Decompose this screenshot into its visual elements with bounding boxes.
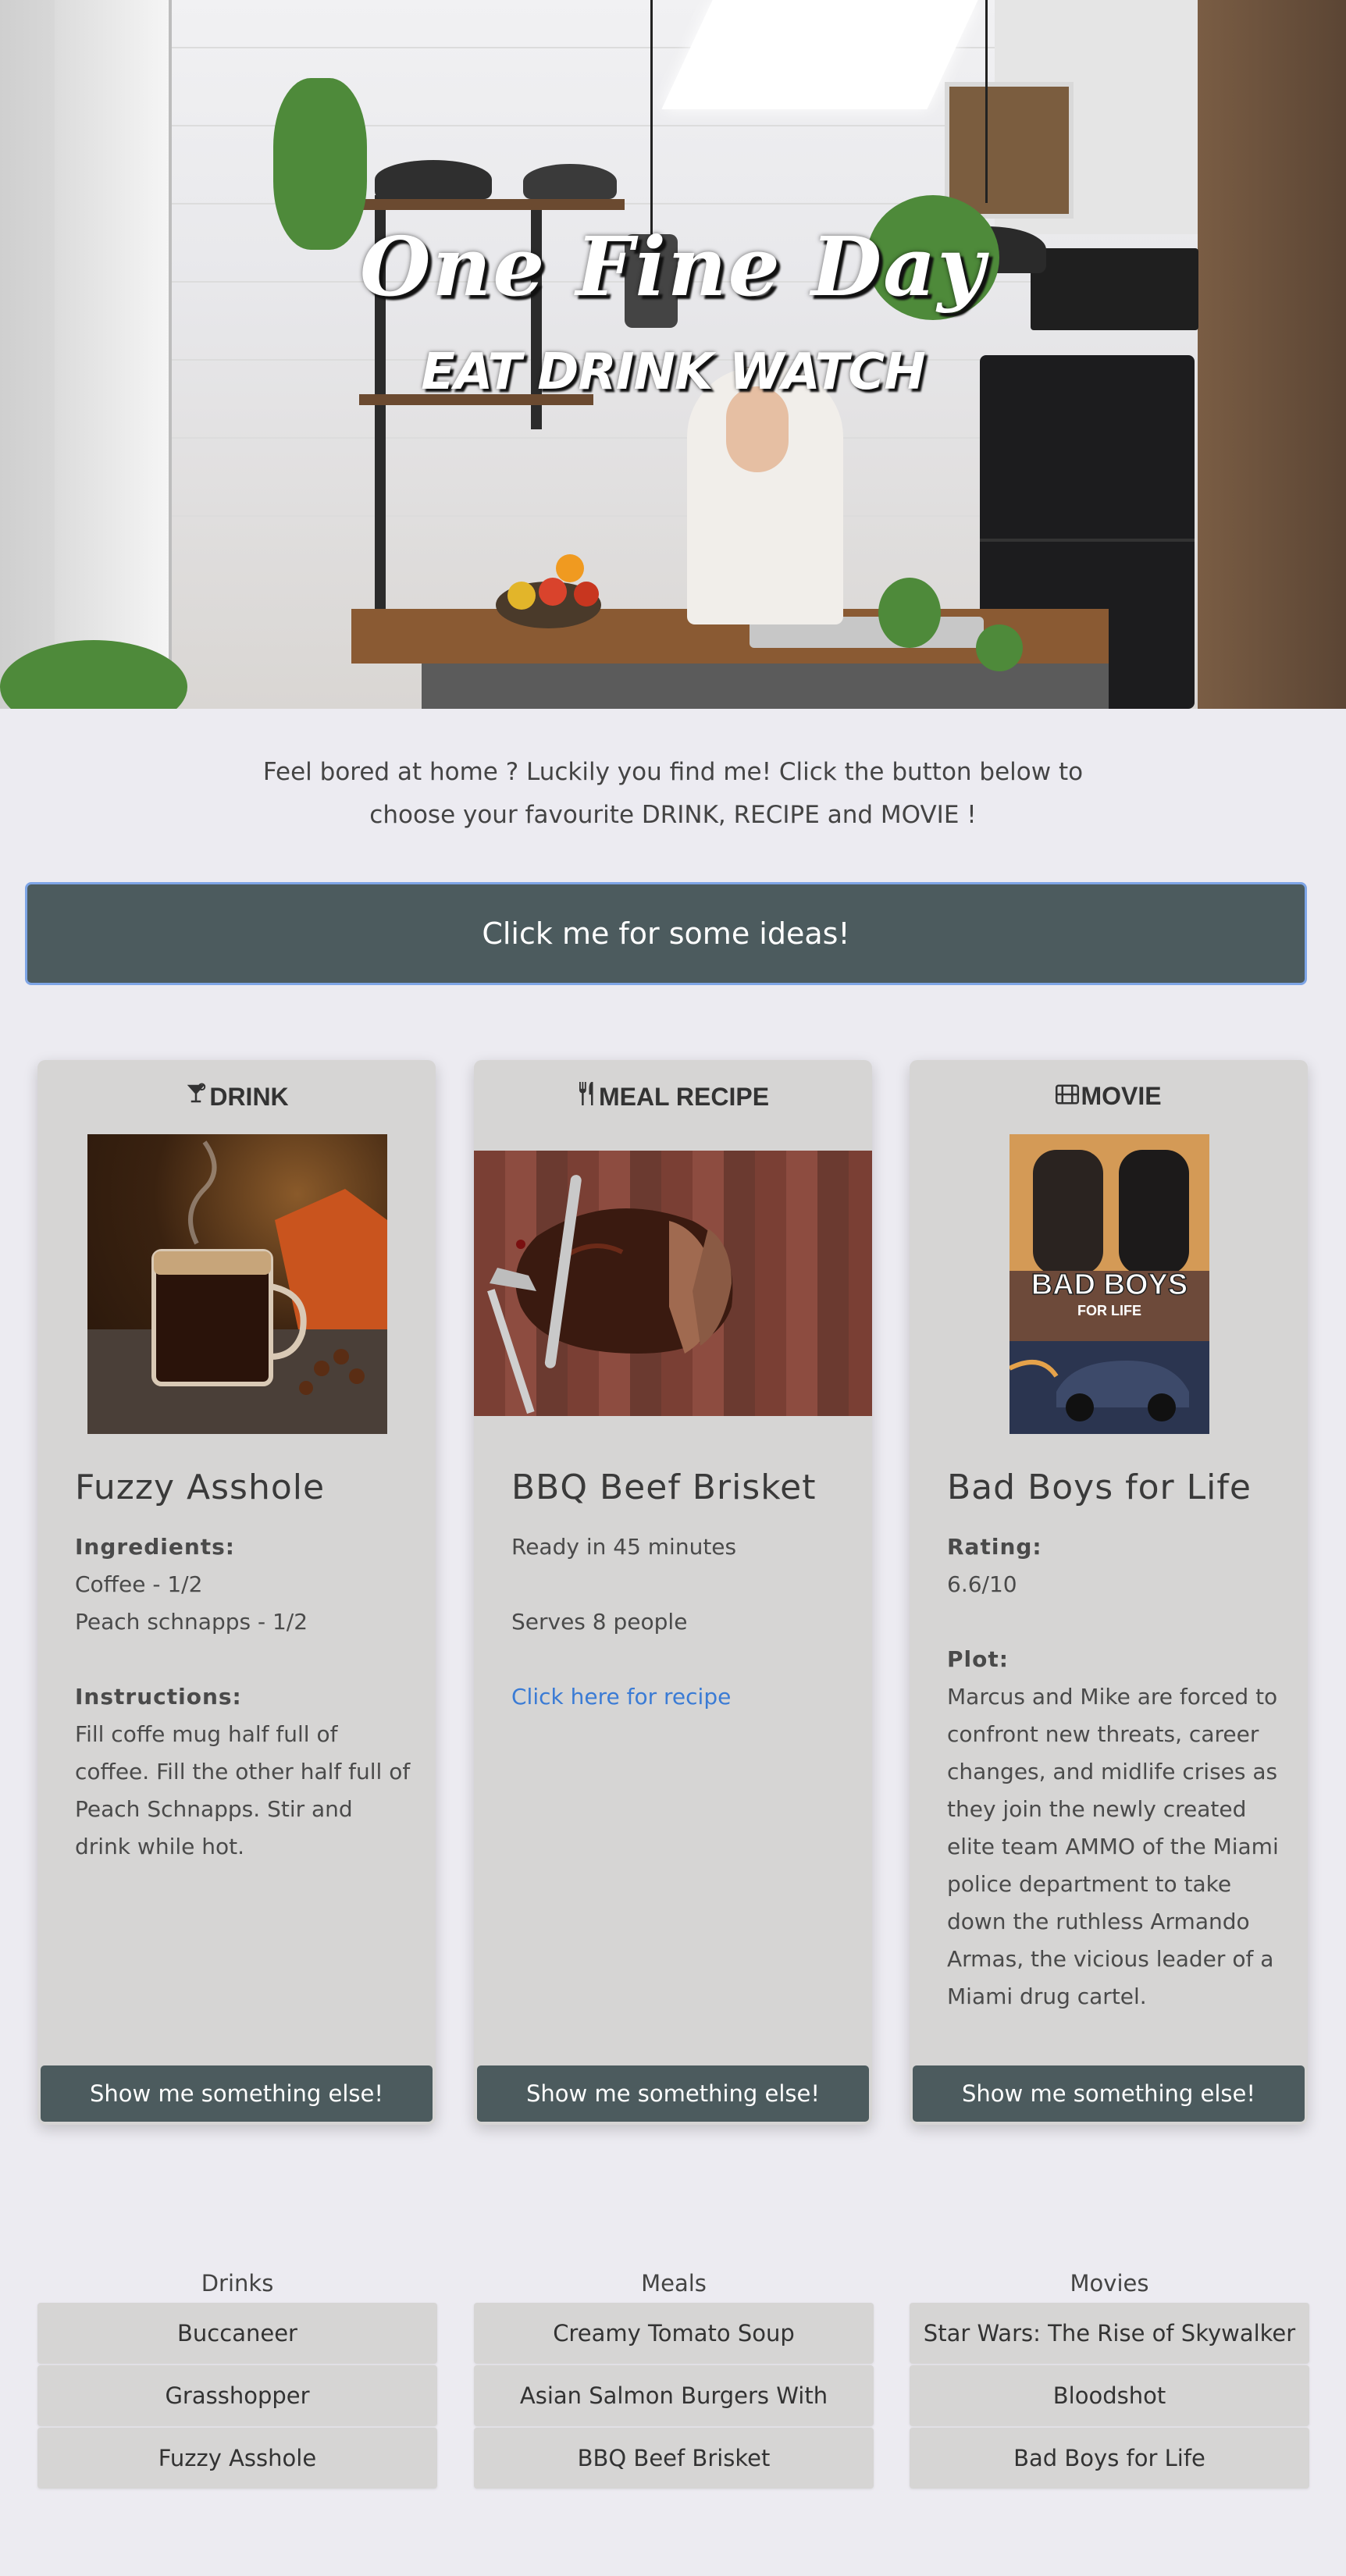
movie-details: Bad Boys for Life Rating: 6.6/10 Plot: M… [947, 1464, 1283, 2016]
meal-reroll-button[interactable]: Show me something else! [477, 2065, 869, 2122]
drink-image [87, 1134, 387, 1434]
movie-poster: BAD BOYS FOR LIFE [1009, 1134, 1209, 1434]
movies-list: Movies Star Wars: The Rise of Skywalker … [910, 2264, 1309, 2490]
list-item[interactable]: Buccaneer [37, 2303, 437, 2364]
drink-reroll-button[interactable]: Show me something else! [41, 2065, 433, 2122]
movie-heading-label: MOVIE [1081, 1082, 1162, 1110]
list-item[interactable]: Asian Salmon Burgers With [474, 2365, 874, 2426]
ingredients-label: Ingredients: [75, 1534, 236, 1560]
drinks-list: Drinks Buccaneer Grasshopper Fuzzy Assho… [37, 2264, 437, 2490]
recipe-link[interactable]: Click here for recipe [511, 1684, 731, 1710]
movie-card: MOVIE BAD BOYS FOR LIFE Bad Boys for Lif… [910, 1060, 1308, 2125]
hero-upper-cabinet [945, 82, 1074, 219]
utensils-icon [577, 1082, 597, 1112]
list-item[interactable]: Bad Boys for Life [910, 2428, 1309, 2489]
hero-banner: One Fine Day EAT DRINK WATCH [0, 0, 1346, 709]
meal-card: MEAL RECIPE BBQ Beef Brisket Ready in 45… [474, 1060, 872, 2125]
hero-skylight [661, 0, 978, 109]
plot-text: Marcus and Mike are forced to confront n… [947, 1684, 1279, 2009]
meal-heading-label: MEAL RECIPE [598, 1083, 770, 1111]
hero-subtitle: EAT DRINK WATCH [421, 343, 926, 401]
ingredient-item: Peach schnapps - 1/2 [75, 1609, 308, 1635]
rating-value: 6.6/10 [947, 1571, 1017, 1597]
movies-list-heading: Movies [1070, 2270, 1149, 2297]
drink-name: Fuzzy Asshole [75, 1468, 326, 1507]
list-item[interactable]: Grasshopper [37, 2365, 437, 2426]
meal-card-heading: MEAL RECIPE [474, 1082, 872, 1112]
meal-name: BBQ Beef Brisket [511, 1468, 817, 1507]
list-item[interactable]: BBQ Beef Brisket [474, 2428, 874, 2489]
list-item[interactable]: Star Wars: The Rise of Skywalker [910, 2303, 1309, 2364]
hero-title: One Fine Day [360, 219, 986, 315]
cocktail-icon [184, 1082, 208, 1112]
list-item[interactable]: Bloodshot [910, 2365, 1309, 2426]
ideas-button[interactable]: Click me for some ideas! [25, 882, 1307, 985]
list-item[interactable]: Creamy Tomato Soup [474, 2303, 874, 2364]
servings: Serves 8 people [511, 1609, 688, 1635]
meals-list-heading: Meals [641, 2270, 707, 2297]
movie-reroll-button[interactable]: Show me something else! [913, 2065, 1305, 2122]
meal-details: BBQ Beef Brisket Ready in 45 minutes Ser… [511, 1464, 847, 1716]
drink-card: DRINK Fuzzy Asshole Ingredients: Coffee … [37, 1060, 436, 2125]
rating-label: Rating: [947, 1534, 1042, 1560]
svg-text:BAD BOYS: BAD BOYS [1031, 1268, 1188, 1301]
drink-card-heading: DRINK [37, 1082, 436, 1112]
meal-image [474, 1151, 872, 1416]
drinks-list-heading: Drinks [201, 2270, 274, 2297]
intro-text: Feel bored at home ? Luckily you find me… [262, 758, 1084, 829]
instructions-label: Instructions: [75, 1684, 242, 1710]
instructions-text: Fill coffe mug half full of coffee. Fill… [75, 1721, 411, 1859]
drink-heading-label: DRINK [209, 1083, 289, 1111]
film-icon [1056, 1082, 1080, 1111]
movie-card-heading: MOVIE [910, 1082, 1308, 1111]
meals-list: Meals Creamy Tomato Soup Asian Salmon Bu… [474, 2264, 874, 2490]
drink-details: Fuzzy Asshole Ingredients: Coffee - 1/2 … [75, 1464, 411, 1866]
ingredient-item: Coffee - 1/2 [75, 1571, 203, 1597]
plot-label: Plot: [947, 1646, 1009, 1672]
movie-name: Bad Boys for Life [947, 1468, 1252, 1507]
svg-text:FOR LIFE: FOR LIFE [1077, 1303, 1141, 1318]
hero-shelf [359, 199, 625, 210]
list-item[interactable]: Fuzzy Asshole [37, 2428, 437, 2489]
ready-time: Ready in 45 minutes [511, 1534, 737, 1560]
